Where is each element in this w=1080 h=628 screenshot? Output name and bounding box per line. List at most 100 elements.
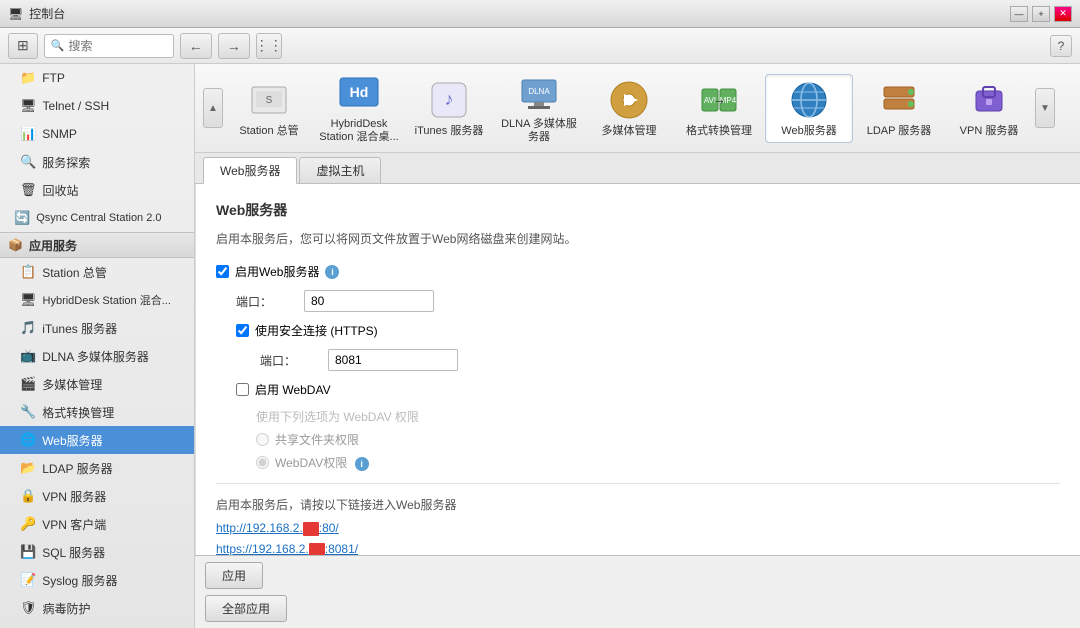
dlna-app-label: DLNA 多媒体服务器 — [501, 118, 577, 144]
sidebar-item-syslog[interactable]: 📝 Syslog 服务器 — [0, 566, 194, 594]
app-icon-itunes[interactable]: ♪ iTunes 服务器 — [405, 75, 493, 142]
search-icon: 🔍 — [51, 39, 65, 52]
link1-row: http://192.168.2. :80/ — [216, 521, 1060, 536]
vpn-client-icon: 🔑 — [20, 516, 36, 532]
https-port-input[interactable] — [328, 349, 458, 371]
maximize-button[interactable]: + — [1032, 6, 1050, 22]
app-icon-webserver[interactable]: Web服务器 — [765, 74, 853, 143]
sidebar-item-telnet[interactable]: 🖥 Telnet / SSH — [0, 92, 194, 120]
search-input[interactable] — [68, 39, 168, 53]
enable-webserver-checkbox[interactable] — [216, 265, 229, 278]
svg-text:→: → — [712, 91, 726, 107]
sidebar-item-service-discovery[interactable]: 🔍 服务探索 — [0, 148, 194, 176]
webdav-checkbox[interactable] — [236, 383, 249, 396]
webdav-row: 启用 WebDAV — [236, 381, 1060, 398]
scroll-down-arrow[interactable]: ▼ — [1035, 88, 1055, 128]
link2-suffix[interactable]: :8081/ — [325, 542, 358, 555]
sidebar-section-app-services[interactable]: 📦 应用服务 — [0, 232, 194, 258]
sidebar-item-format[interactable]: 🔧 格式转换管理 — [0, 398, 194, 426]
sidebar-item-qsync[interactable]: 🔄 Qsync Central Station 2.0 — [0, 204, 194, 232]
sidebar-label-ldap: LDAP 服务器 — [42, 460, 112, 477]
app-icon-station[interactable]: S Station 总管 — [225, 75, 313, 142]
sidebar-item-ldap[interactable]: 📂 LDAP 服务器 — [0, 454, 194, 482]
sidebar-item-recycle[interactable]: 🗑 回收站 — [0, 176, 194, 204]
sidebar-item-vpn-client[interactable]: 🔑 VPN 客户端 — [0, 510, 194, 538]
app-icon-dlna[interactable]: DLNA DLNA 多媒体服务器 — [495, 68, 583, 148]
app-icon-media[interactable]: 多媒体管理 — [585, 75, 673, 142]
svg-text:♪: ♪ — [445, 89, 454, 109]
ldap-app-icon — [878, 79, 920, 121]
app-icon-format[interactable]: AVI MP4 → 格式转换管理 — [675, 75, 763, 142]
sidebar-item-antivirus[interactable]: 🛡 病毒防护 — [0, 594, 194, 622]
format-app-icon: AVI MP4 → — [698, 79, 740, 121]
webdav-perm-radio[interactable] — [256, 456, 269, 469]
sidebar-item-itunes[interactable]: 🎵 iTunes 服务器 — [0, 314, 194, 342]
format-icon: 🔧 — [20, 404, 36, 420]
enable-webserver-row: 启用Web服务器 i — [216, 263, 1060, 280]
sidebar-label-vpn-client: VPN 客户端 — [42, 516, 106, 533]
sidebar-label-itunes: iTunes 服务器 — [42, 320, 117, 337]
forward-button[interactable]: → — [218, 33, 250, 59]
webserver-app-icon — [788, 79, 830, 121]
back-button[interactable]: ← — [180, 33, 212, 59]
share-access-row: 共享文件夹权限 — [256, 431, 1060, 448]
link2[interactable]: https://192.168.2. — [216, 542, 309, 555]
hybriddesk-app-label: HybridDeskStation 混合桌... — [319, 118, 398, 144]
sidebar-item-snmp[interactable]: 📊 SNMP — [0, 120, 194, 148]
app-icon-vpn[interactable]: VPN 服务器 — [945, 75, 1033, 142]
webdav-section: 启用 WebDAV 使用下列选项为 WebDAV 权限 共享文件夹权限 WebD… — [236, 381, 1060, 471]
settings-panel: Web服务器 启用本服务后，您可以将网页文件放置于Web网络磁盘来创建网站。 启… — [195, 184, 1080, 555]
apply-all-bar: 全部应用 — [195, 595, 1080, 628]
app-icon: 🖥 — [8, 7, 23, 21]
title-bar: 🖥 控制台 — + ✕ — [0, 0, 1080, 28]
hybriddesk-app-icon: Hd — [338, 72, 380, 114]
webdav-info-icon[interactable]: i — [355, 457, 369, 471]
sidebar-item-radius[interactable]: 📡 RADIUS 服务器 — [0, 622, 194, 628]
info-icon[interactable]: i — [325, 265, 339, 279]
port-row: 端口： — [236, 290, 1060, 312]
home-button[interactable]: ⊞ — [8, 33, 38, 59]
sidebar-item-hybriddesk[interactable]: 🖥 HybridDesk Station 混合... — [0, 286, 194, 314]
link1[interactable]: http://192.168.2. — [216, 521, 303, 535]
sidebar-item-media[interactable]: 🎬 多媒体管理 — [0, 370, 194, 398]
share-access-label: 共享文件夹权限 — [275, 431, 359, 448]
sidebar-label-service: 服务探索 — [42, 154, 90, 171]
sidebar: 📁 FTP 🖥 Telnet / SSH 📊 SNMP 🔍 服务探索 🗑 回收站… — [0, 64, 195, 628]
tab-virtual-host[interactable]: 虚拟主机 — [299, 157, 381, 183]
hybrid-icon: 🖥 — [20, 292, 37, 308]
close-button[interactable]: ✕ — [1054, 6, 1072, 22]
sidebar-label-recycle: 回收站 — [43, 182, 79, 199]
webserver-icon: 🌐 — [20, 432, 36, 448]
https-checkbox[interactable] — [236, 324, 249, 337]
link1-suffix[interactable]: :80/ — [319, 521, 339, 535]
enable-webserver-label: 启用Web服务器 — [235, 263, 319, 280]
sidebar-label-hybrid: HybridDesk Station 混合... — [43, 292, 171, 308]
link2-row: https://192.168.2. :8081/ — [216, 542, 1060, 555]
help-button[interactable]: ? — [1050, 35, 1072, 57]
section-icon: 📦 — [8, 238, 23, 252]
app-icon-ldap[interactable]: LDAP 服务器 — [855, 75, 943, 142]
tab-web-server[interactable]: Web服务器 — [203, 157, 297, 184]
sidebar-item-ftp[interactable]: 📁 FTP — [0, 64, 194, 92]
settings-title: Web服务器 — [216, 200, 1060, 220]
search-box: 🔍 — [44, 34, 174, 58]
sidebar-item-sql[interactable]: 💾 SQL 服务器 — [0, 538, 194, 566]
sidebar-item-station-manager[interactable]: 📋 Station 总管 — [0, 258, 194, 286]
sidebar-item-vpn-server[interactable]: 🔒 VPN 服务器 — [0, 482, 194, 510]
sidebar-item-dlna[interactable]: 📺 DLNA 多媒体服务器 — [0, 342, 194, 370]
sidebar-item-webserver[interactable]: 🌐 Web服务器 — [0, 426, 194, 454]
https-port-section: 端口： — [260, 349, 1060, 371]
app-icon-hybriddesk[interactable]: Hd HybridDeskStation 混合桌... — [315, 68, 403, 148]
itunes-icon: 🎵 — [20, 320, 36, 336]
apply-all-button[interactable]: 全部应用 — [205, 595, 287, 622]
scroll-up-arrow[interactable]: ▲ — [203, 88, 223, 128]
sidebar-label-webserver: Web服务器 — [42, 432, 102, 449]
apply-button[interactable]: 应用 — [205, 562, 263, 589]
minimize-button[interactable]: — — [1010, 6, 1028, 22]
grid-view-button[interactable]: ⋮⋮ — [256, 33, 282, 59]
port-input[interactable] — [304, 290, 434, 312]
sidebar-label-sql: SQL 服务器 — [42, 544, 105, 561]
vpn-app-label: VPN 服务器 — [960, 125, 1019, 138]
share-access-radio[interactable] — [256, 433, 269, 446]
port-section: 端口： 使用安全连接 (HTTPS) 端口： — [236, 290, 1060, 371]
